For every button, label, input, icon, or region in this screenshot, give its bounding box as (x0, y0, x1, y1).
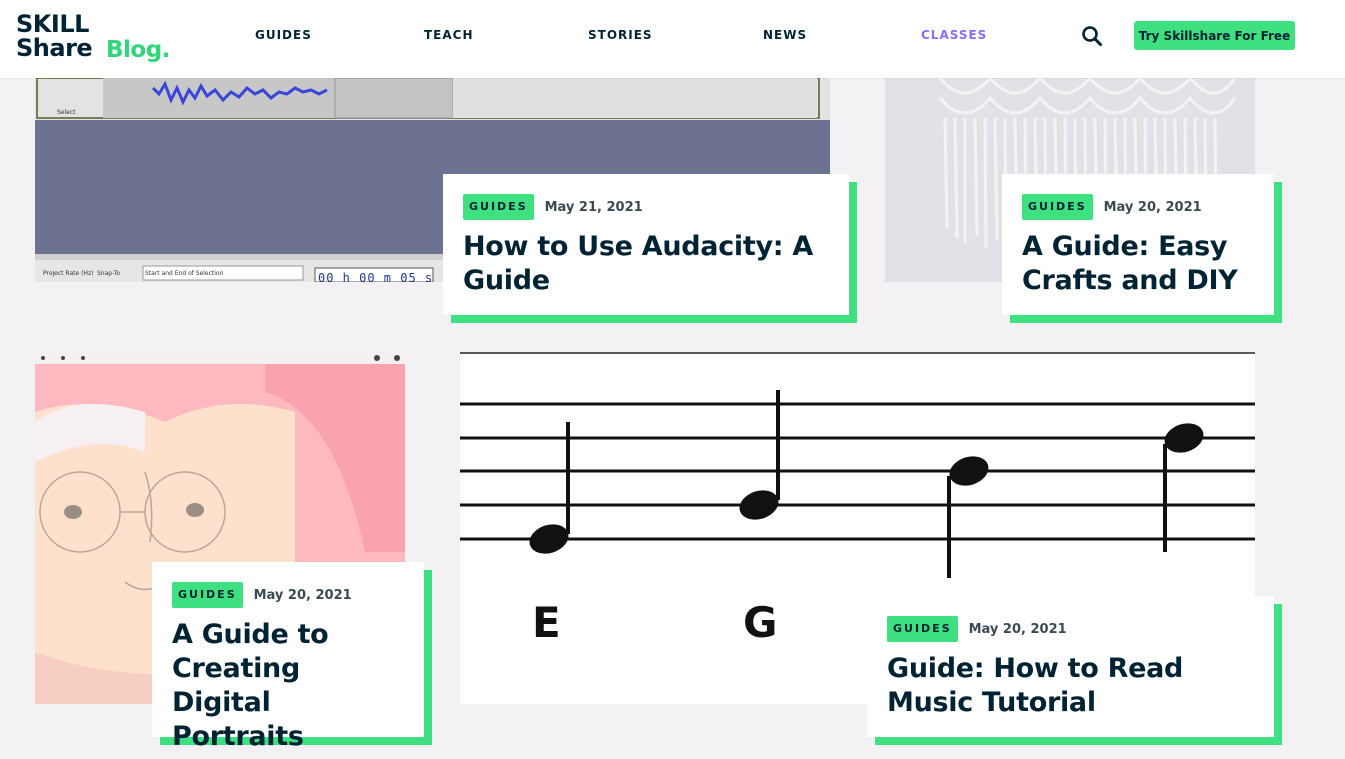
audacity-select-label: Select (57, 109, 76, 116)
audacity-time-readout: 00 h 00 m 05 s (318, 271, 434, 282)
card-meta: GUIDES May 20, 2021 (1022, 194, 1254, 220)
audacity-project-rate-label: Project Rate (Hz) (43, 270, 94, 277)
category-badge[interactable]: GUIDES (1022, 194, 1093, 220)
nav-classes[interactable]: CLASSES (921, 28, 987, 42)
logo-line-skill: SKILL (16, 10, 89, 38)
article-card-audacity[interactable]: GUIDES May 21, 2021 How to Use Audacity:… (443, 174, 849, 315)
article-card-digital-portraits[interactable]: GUIDES May 20, 2021 A Guide to Creating … (152, 562, 424, 752)
article-title[interactable]: A Guide to Creating Digital Portraits (172, 618, 404, 754)
nav-stories[interactable]: STORIES (588, 28, 653, 42)
nav-teach[interactable]: TEACH (424, 28, 474, 42)
search-icon[interactable] (1080, 24, 1104, 48)
note-label-e: E (532, 598, 561, 647)
note-label-g: G (743, 598, 778, 647)
card-meta: GUIDES May 20, 2021 (172, 582, 404, 608)
post-date: May 20, 2021 (253, 587, 352, 603)
article-title[interactable]: How to Use Audacity: A Guide (463, 230, 829, 298)
audacity-snap-to-label: Snap-To (97, 270, 121, 277)
card-meta: GUIDES May 20, 2021 (887, 616, 1254, 642)
card-meta: GUIDES May 21, 2021 (463, 194, 829, 220)
article-card-read-music[interactable]: GUIDES May 20, 2021 Guide: How to Read M… (867, 596, 1274, 737)
post-date: May 20, 2021 (968, 621, 1067, 637)
nav-guides[interactable]: GUIDES (255, 28, 312, 42)
category-badge[interactable]: GUIDES (887, 616, 958, 642)
site-header: SKILL Share Blog. GUIDES TEACH STORIES N… (0, 0, 1345, 78)
logo-line-blog: Blog. (106, 37, 170, 63)
post-date: May 20, 2021 (1103, 199, 1202, 215)
logo-line-share: Share (16, 34, 93, 62)
skillshare-blog-logo[interactable]: SKILL Share Blog. (16, 10, 176, 66)
article-card-crafts[interactable]: GUIDES May 20, 2021 A Guide: Easy Crafts… (1002, 174, 1274, 315)
nav-news[interactable]: NEWS (763, 28, 807, 42)
try-skillshare-button[interactable]: Try Skillshare For Free (1134, 21, 1295, 50)
article-title[interactable]: A Guide: Easy Crafts and DIY (1022, 230, 1254, 298)
category-badge[interactable]: GUIDES (172, 582, 243, 608)
category-badge[interactable]: GUIDES (463, 194, 534, 220)
article-title[interactable]: Guide: How to Read Music Tutorial (887, 652, 1254, 720)
audacity-selection-label: Start and End of Selection (145, 270, 224, 277)
post-date: May 21, 2021 (544, 199, 643, 215)
